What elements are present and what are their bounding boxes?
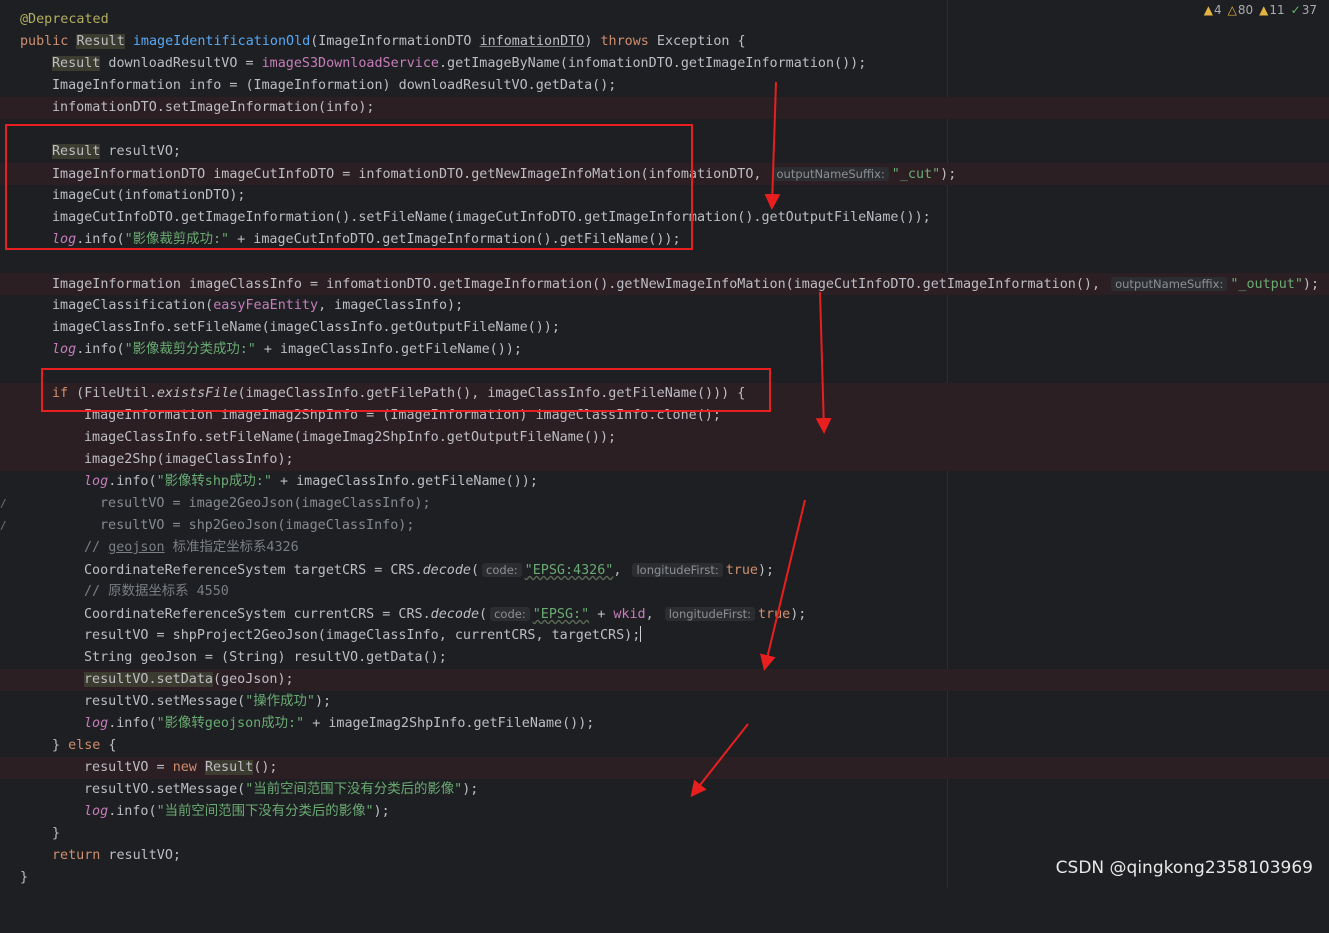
red-arrow [764, 81, 781, 210]
code-editor[interactable]: ▲ 4 △ 80 ▲ 11 ✓ 37 @Deprecated public Result… [0, 0, 1329, 888]
watermark: CSDN @qingkong2358103969 [1055, 858, 1313, 878]
annotation-arrows [690, 81, 832, 798]
red-arrow [815, 291, 832, 434]
red-arrow [690, 723, 749, 798]
red-arrow [760, 499, 806, 671]
